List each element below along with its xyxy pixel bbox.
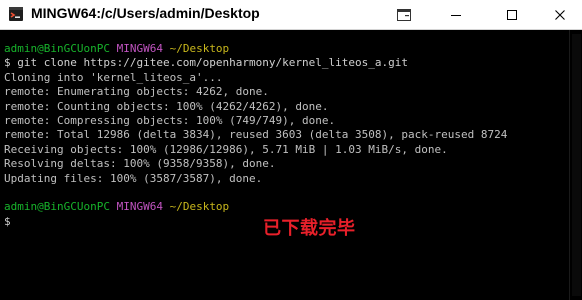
annotation-text: 已下载完毕 — [263, 218, 356, 239]
prompt-env: MINGW64 — [116, 42, 163, 55]
close-icon[interactable] — [540, 0, 580, 29]
prompt-line: admin@BinGCUonPC MINGW64 ~/Desktop — [4, 200, 569, 214]
title-bar[interactable]: MINGW64:/c/Users/admin/Desktop — [0, 0, 582, 30]
output-line: remote: Enumerating objects: 4262, done. — [4, 85, 269, 99]
output-line: remote: Compressing objects: 100% (749/7… — [4, 113, 336, 127]
output-line: Receiving objects: 100% (12986/12986), 5… — [4, 142, 448, 156]
git-bash-icon — [8, 6, 24, 22]
command-line: $ git clone https://gitee.com/openharmon… — [4, 56, 408, 70]
window-title: MINGW64:/c/Users/admin/Desktop — [31, 5, 260, 21]
output-line: remote: Counting objects: 100% (4262/426… — [4, 99, 329, 113]
minimize-icon[interactable] — [436, 0, 476, 29]
output-line: Cloning into 'kernel_liteos_a'... — [4, 70, 223, 84]
output-line: Resolving deltas: 100% (9358/9358), done… — [4, 157, 276, 171]
maximize-icon[interactable] — [492, 0, 532, 29]
terminal-output[interactable]: admin@BinGCUonPC MINGW64 ~/Desktop $ git… — [0, 30, 569, 300]
output-line: remote: Total 12986 (delta 3834), reused… — [4, 128, 508, 142]
terminal-menu-icon[interactable] — [384, 0, 424, 29]
terminal-window: MINGW64:/c/Users/admin/Desktop admin@Bin… — [0, 0, 582, 300]
prompt-path: ~/Desktop — [169, 42, 230, 55]
prompt-user: admin@BinGCUonPC — [4, 200, 110, 214]
prompt-env: MINGW64 — [116, 200, 163, 214]
prompt-line: admin@BinGCUonPC MINGW64 ~/Desktop — [4, 42, 569, 56]
scrollbar-thumb[interactable] — [572, 34, 581, 296]
prompt-user: admin@BinGCUonPC — [4, 42, 110, 55]
scrollbar[interactable] — [569, 30, 582, 300]
output-line: Updating files: 100% (3587/3587), done. — [4, 171, 263, 185]
prompt-path: ~/Desktop — [169, 200, 230, 214]
